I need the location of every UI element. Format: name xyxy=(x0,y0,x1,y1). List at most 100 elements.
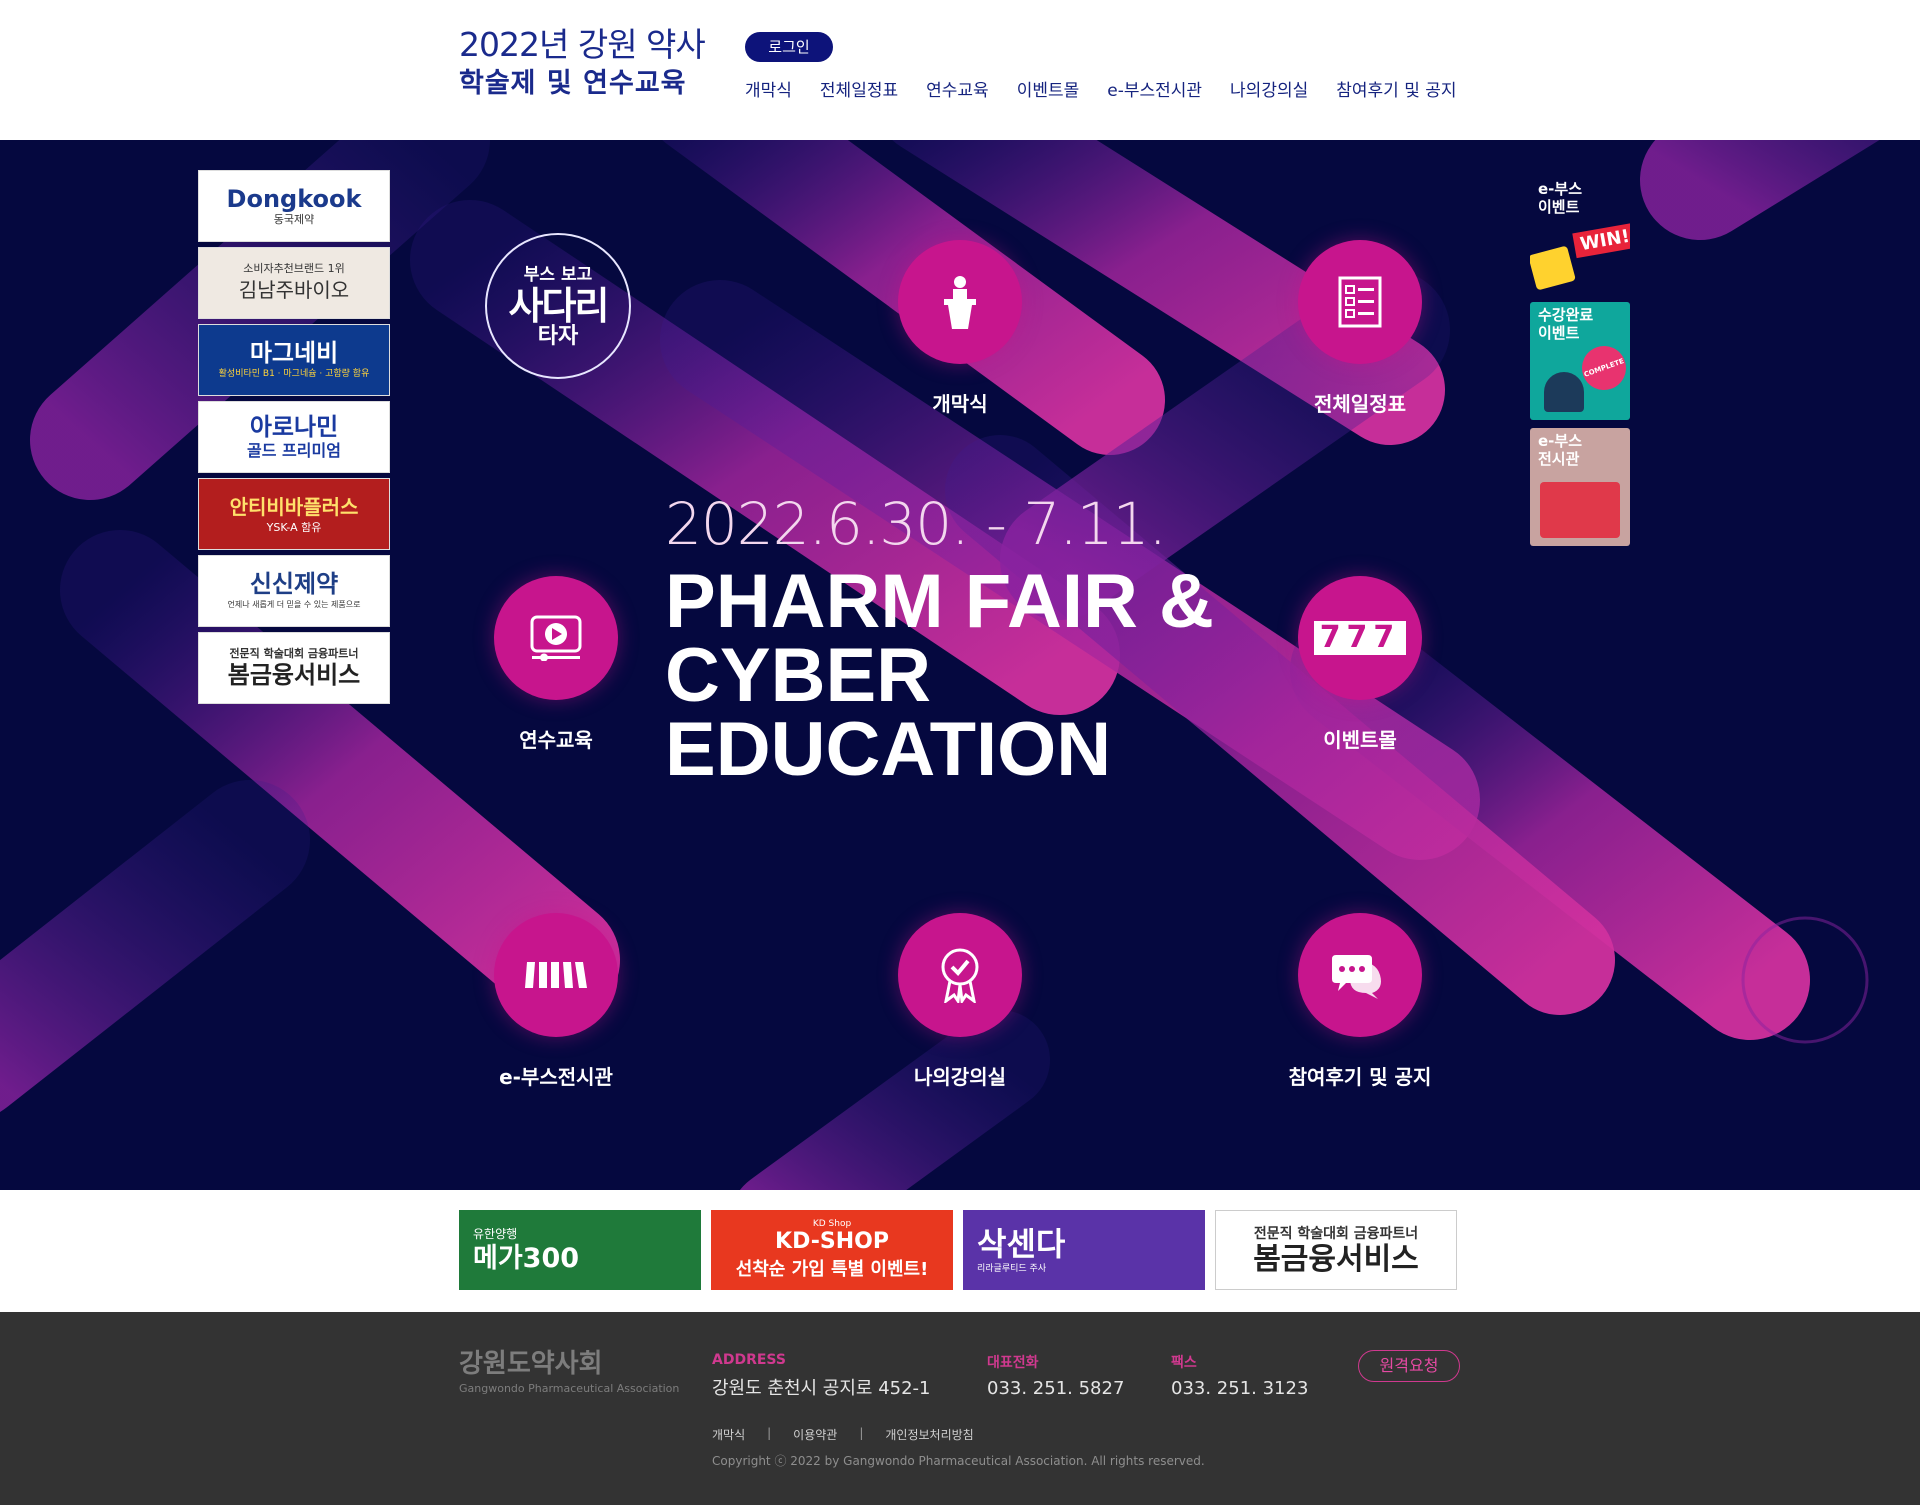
video-play-icon xyxy=(494,576,618,700)
podium-icon xyxy=(898,240,1022,364)
node-label: 이벤트몰 xyxy=(1323,728,1397,752)
bom-finance-banner[interactable]: 전문직 학술대회 금융파트너 봄금융서비스 xyxy=(1215,1210,1457,1290)
sponsor-title: 봄금융서비스 xyxy=(227,661,361,689)
nav-ebooth[interactable]: e-부스전시관 xyxy=(1107,76,1202,101)
sponsor-title: 아로나민 xyxy=(249,413,339,441)
title-line1: PHARM FAIR & xyxy=(665,559,1214,644)
sponsor-title: 김남주바이오 xyxy=(238,278,350,302)
ladder-game-badge[interactable]: 부스 보고 사다리 타자 xyxy=(485,233,631,379)
badge-small-text: 부스 보고 xyxy=(523,265,593,285)
node-training[interactable]: 연수교육 xyxy=(476,576,636,753)
footer-logo: 강원도약사회 Gangwondo Pharmaceutical Associat… xyxy=(459,1343,679,1395)
banner-main: 봄금융서비스 xyxy=(1253,1242,1419,1277)
sponsor-title: 신신제약 xyxy=(249,570,339,598)
event-title: PHARM FAIR & CYBER EDUCATION xyxy=(665,559,1225,792)
ebooth-hall-banner[interactable]: e-부스 전시관 xyxy=(1530,428,1630,546)
sponsor-banner-shinshin[interactable]: 신신제약 언제나 새롭게 더 믿을 수 있는 제품으로 xyxy=(198,555,390,627)
event-date: 2022.6.30. - 7.11. xyxy=(665,490,1167,558)
footer-link-terms[interactable]: 이용약관 xyxy=(793,1426,837,1443)
yuhan-mega300-banner[interactable]: 유한양행 메가300 xyxy=(459,1210,701,1290)
node-label: 개막식 xyxy=(932,392,988,416)
node-eventmall[interactable]: 777 이벤트몰 xyxy=(1280,576,1440,753)
sponsor-title: Dongkook xyxy=(226,185,362,213)
boom-icon xyxy=(1530,245,1576,291)
logo-line1: 2022년 강원 약사 xyxy=(459,25,706,64)
footer-link-privacy[interactable]: 개인정보처리방침 xyxy=(885,1426,973,1443)
slot-777-icon: 777 xyxy=(1298,576,1422,700)
footer-links: 개막식 | 이용약관 | 개인정보처리방침 xyxy=(712,1426,974,1443)
link-separator: | xyxy=(767,1426,772,1440)
fax-value: 033. 251. 3123 xyxy=(1171,1378,1309,1399)
site-footer: 강원도약사회 Gangwondo Pharmaceutical Associat… xyxy=(0,1312,1920,1505)
banner-main: 메가300 xyxy=(473,1242,580,1274)
phone-value: 033. 251. 5827 xyxy=(987,1378,1125,1399)
node-reviews-notice[interactable]: 참여후기 및 공지 xyxy=(1280,913,1440,1090)
login-button[interactable]: 로그인 xyxy=(745,32,833,62)
footer-fax: 팩스 033. 251. 3123 xyxy=(1171,1352,1308,1399)
footer-link-opening[interactable]: 개막식 xyxy=(712,1426,745,1443)
banner-line2: 이벤트 xyxy=(1538,198,1580,216)
nav-my-classroom[interactable]: 나의강의실 xyxy=(1230,76,1308,101)
banner-small: 리라글루티드 주사 xyxy=(977,1263,1047,1274)
sponsor-subtitle: 활성비타민 B1 · 마그네슘 · 고함량 함유 xyxy=(218,369,370,379)
banner-line1: 수강완료 xyxy=(1538,306,1594,324)
sponsor-subtitle: 동국제약 xyxy=(273,213,315,226)
nav-eventmall[interactable]: 이벤트몰 xyxy=(1017,76,1080,101)
saxenda-banner[interactable]: 삭센다 리라글루티드 주사 xyxy=(963,1210,1205,1290)
remote-support-button[interactable]: 원격요청 xyxy=(1358,1350,1460,1382)
sponsor-banner-aronamin[interactable]: 아로나민 골드 프리미엄 xyxy=(198,401,390,473)
win-icon: WIN! xyxy=(1572,222,1630,259)
title-line2: CYBER xyxy=(665,633,932,718)
left-sponsor-banners: Dongkook 동국제약 소비자추천브랜드 1위 김남주바이오 마그네비 활성… xyxy=(198,170,390,709)
nav-training[interactable]: 연수교육 xyxy=(926,76,989,101)
node-label: 연수교육 xyxy=(519,728,593,752)
footer-phone: 대표전화 033. 251. 5827 xyxy=(987,1352,1124,1399)
node-my-classroom[interactable]: 나의강의실 xyxy=(880,913,1040,1090)
banner-line2: 이벤트 xyxy=(1538,324,1580,342)
node-label: 참여후기 및 공지 xyxy=(1288,1065,1432,1089)
logo-line2: 학술제 및 연수교육 xyxy=(459,68,687,99)
title-line3: EDUCATION xyxy=(665,707,1112,792)
sponsor-subtitle: 골드 프리미엄 xyxy=(247,441,341,460)
sponsor-subtitle: YSK-A 함유 xyxy=(266,521,322,534)
kd-shop-banner[interactable]: KD Shop KD-SHOP 선착순 가입 특별 이벤트! xyxy=(711,1210,953,1290)
sponsor-banner-magnebi[interactable]: 마그네비 활성비타민 B1 · 마그네슘 · 고함량 함유 xyxy=(198,324,390,396)
footer-logo-subtext: Gangwondo Pharmaceutical Association xyxy=(459,1382,680,1395)
node-label: 전체일정표 xyxy=(1314,392,1406,416)
site-logo[interactable]: 2022년 강원 약사 학술제 및 연수교육 xyxy=(459,24,709,102)
nav-schedule[interactable]: 전체일정표 xyxy=(820,76,898,101)
nav-opening[interactable]: 개막식 xyxy=(745,76,792,101)
complete-stamp-icon: COMPLETE xyxy=(1575,339,1630,397)
completion-event-banner[interactable]: 수강완료 이벤트 COMPLETE xyxy=(1530,302,1630,420)
hero-section: Dongkook 동국제약 소비자추천브랜드 1위 김남주바이오 마그네비 활성… xyxy=(0,140,1920,1190)
awning-icon xyxy=(494,913,618,1037)
nav-reviews-notice[interactable]: 참여후기 및 공지 xyxy=(1336,76,1456,101)
badge-big-text: 사다리 xyxy=(508,284,610,328)
sponsor-banner-antivibaplus[interactable]: 안티비바플러스 YSK-A 함유 xyxy=(198,478,390,550)
fax-label: 팩스 xyxy=(1171,1355,1197,1371)
node-ebooth[interactable]: e-부스전시관 xyxy=(476,913,636,1090)
banner-small: 전문직 학술대회 금융파트너 xyxy=(1253,1226,1419,1242)
sponsor-banner-dongkook[interactable]: Dongkook 동국제약 xyxy=(198,170,390,242)
sponsor-title: 안티비바플러스 xyxy=(229,495,359,519)
banner-small: 유한양행 xyxy=(473,1226,518,1241)
slot-text: 777 xyxy=(1313,621,1407,655)
ebooth-event-banner[interactable]: e-부스 이벤트 WIN! xyxy=(1530,176,1630,294)
right-event-banners: e-부스 이벤트 WIN! 수강완료 이벤트 COMPLETE e-부스 전시관 xyxy=(1530,176,1630,554)
banner-small: KD Shop xyxy=(812,1219,852,1229)
sponsor-banner-bom[interactable]: 전문직 학술대회 금융파트너 봄금융서비스 xyxy=(198,632,390,704)
footer-address: ADDRESS 강원도 춘천시 공지로 452-1 xyxy=(712,1352,931,1400)
sponsor-title: 마그네비 xyxy=(249,339,339,367)
node-schedule[interactable]: 전체일정표 xyxy=(1280,240,1440,417)
sponsor-subtitle: 소비자추천브랜드 1위 xyxy=(243,262,345,275)
badge-bottom-text: 타자 xyxy=(537,324,579,349)
banner-main: 삭센다 xyxy=(977,1224,1066,1263)
main-nav: 개막식 전체일정표 연수교육 이벤트몰 e-부스전시관 나의강의실 참여후기 및… xyxy=(745,76,1485,101)
address-value: 강원도 춘천시 공지로 452-1 xyxy=(712,1378,931,1399)
node-opening[interactable]: 개막식 xyxy=(880,240,1040,417)
banner-main: KD-SHOP xyxy=(775,1229,889,1254)
sponsor-banner-kimnamjoo[interactable]: 소비자추천브랜드 1위 김남주바이오 xyxy=(198,247,390,319)
award-badge-icon xyxy=(898,913,1022,1037)
phone-label: 대표전화 xyxy=(987,1355,1039,1371)
sponsor-subtitle: 전문직 학술대회 금융파트너 xyxy=(229,647,359,660)
